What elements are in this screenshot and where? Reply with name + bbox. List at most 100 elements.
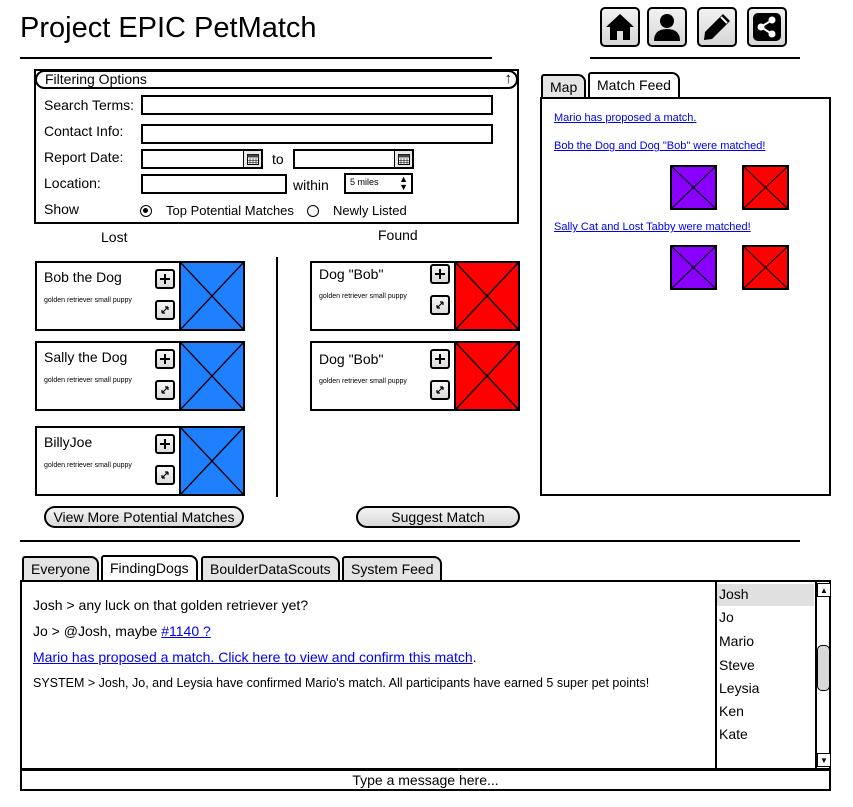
add-icon[interactable] xyxy=(155,349,175,369)
user-list-item[interactable]: Leysia xyxy=(717,678,814,700)
calendar-icon[interactable] xyxy=(394,151,412,167)
user-list-item[interactable]: Mario xyxy=(717,631,814,653)
stepper-arrows-icon[interactable]: ▲ ▼ xyxy=(399,175,408,192)
top-matches-label: Top Potential Matches xyxy=(166,203,294,218)
share-button[interactable] xyxy=(747,7,787,47)
share-icon xyxy=(753,13,781,41)
lost-pet-card[interactable]: Bob the Dog golden retriever small puppy xyxy=(35,261,245,331)
pet-name: Sally the Dog xyxy=(44,349,128,365)
found-column-label: Found xyxy=(378,227,418,243)
user-list-item[interactable]: Ken xyxy=(717,701,814,723)
chat-message: Jo > @Josh, maybe #1140 ? xyxy=(33,623,211,639)
report-link[interactable]: #1140 ? xyxy=(161,623,211,639)
pet-name: Dog "Bob" xyxy=(319,266,384,282)
within-label: within xyxy=(293,177,329,193)
tab-boulderdatascouts[interactable]: BoulderDataScouts xyxy=(201,556,340,580)
location-label: Location: xyxy=(44,175,101,191)
to-label: to xyxy=(272,151,284,167)
search-input[interactable] xyxy=(141,95,493,115)
found-pet-card[interactable]: Dog "Bob" golden retriever small puppy xyxy=(310,341,520,411)
add-icon[interactable] xyxy=(430,349,450,369)
report-date-to-input[interactable] xyxy=(293,149,414,169)
tab-system-feed[interactable]: System Feed xyxy=(342,556,443,580)
calendar-icon[interactable] xyxy=(243,151,261,167)
pet-thumbnail xyxy=(742,165,789,210)
home-icon xyxy=(606,14,634,40)
app-title: Project EPIC PetMatch xyxy=(20,12,317,44)
report-date-from-input[interactable] xyxy=(141,149,263,169)
chat-message-suffix: . xyxy=(472,649,477,665)
pencil-icon xyxy=(704,14,730,40)
column-divider xyxy=(276,257,278,497)
pet-photo-placeholder xyxy=(179,261,245,331)
scroll-down-icon[interactable]: ▼ xyxy=(817,753,831,767)
home-button[interactable] xyxy=(600,7,640,47)
pet-description: golden retriever small puppy xyxy=(319,378,407,385)
filter-panel: Filtering Options ↑ Search Terms: Contac… xyxy=(34,69,519,224)
filter-header[interactable]: Filtering Options ↑ xyxy=(35,70,518,89)
tab-everyone[interactable]: Everyone xyxy=(22,556,100,580)
feed-item[interactable]: Mario has proposed a match. xyxy=(554,112,696,124)
section-divider xyxy=(20,540,800,542)
found-pet-card[interactable]: Dog "Bob" golden retriever small puppy xyxy=(310,261,520,331)
location-input[interactable] xyxy=(141,174,287,194)
header-divider xyxy=(590,57,800,59)
user-list-item[interactable]: Jo xyxy=(717,607,814,629)
radio-top-matches[interactable] xyxy=(140,205,152,217)
tab-match-feed[interactable]: Match Feed xyxy=(588,72,680,98)
user-list-item[interactable]: Josh xyxy=(717,584,814,606)
pet-description: golden retriever small puppy xyxy=(44,297,132,304)
profile-button[interactable] xyxy=(647,7,687,47)
radio-newly-listed[interactable] xyxy=(307,205,319,217)
feed-item[interactable]: Sally Cat and Lost Tabby were matched! xyxy=(554,221,751,233)
pet-description: golden retriever small puppy xyxy=(319,293,407,300)
tab-findingdogs[interactable]: FindingDogs xyxy=(101,555,198,581)
user-list-item[interactable]: Kate xyxy=(717,724,814,746)
feed-item[interactable]: Bob the Dog and Dog "Bob" were matched! xyxy=(554,140,765,152)
distance-value: 5 miles xyxy=(350,177,379,187)
lost-pet-card[interactable]: Sally the Dog golden retriever small pup… xyxy=(35,341,245,411)
add-icon[interactable] xyxy=(430,264,450,284)
expand-icon[interactable] xyxy=(155,465,175,485)
pet-name: BillyJoe xyxy=(44,434,93,450)
chat-message: SYSTEM > Josh, Jo, and Leysia have confi… xyxy=(33,676,650,690)
user-list: Josh Jo Mario Steve Leysia Ken Kate xyxy=(715,582,815,768)
pet-photo-placeholder xyxy=(179,341,245,411)
scrollbar-thumb[interactable] xyxy=(817,645,830,691)
expand-icon[interactable] xyxy=(430,295,450,315)
chat-message-text: Jo > @Josh, maybe xyxy=(33,623,162,639)
chat-message: Josh > any luck on that golden retriever… xyxy=(33,597,309,613)
distance-stepper[interactable]: 5 miles ▲ ▼ xyxy=(344,173,413,194)
collapse-arrow-icon[interactable]: ↑ xyxy=(505,71,513,86)
expand-icon[interactable] xyxy=(155,380,175,400)
contact-label: Contact Info: xyxy=(44,123,124,139)
contact-input[interactable] xyxy=(141,124,493,144)
pet-name: Bob the Dog xyxy=(44,269,122,285)
add-icon[interactable] xyxy=(155,434,175,454)
match-feed-panel: Mario has proposed a match. Bob the Dog … xyxy=(540,97,831,496)
pet-thumbnail xyxy=(670,245,717,290)
user-list-item[interactable]: Steve xyxy=(717,655,814,677)
add-icon[interactable] xyxy=(155,269,175,289)
tab-map[interactable]: Map xyxy=(541,74,587,98)
report-date-label: Report Date: xyxy=(44,149,124,165)
filter-header-label: Filtering Options xyxy=(45,71,147,87)
edit-button[interactable] xyxy=(697,7,737,47)
show-label: Show xyxy=(44,201,80,217)
pet-photo-placeholder xyxy=(179,426,245,496)
pet-description: golden retriever small puppy xyxy=(44,377,132,384)
view-more-matches-button[interactable]: View More Potential Matches xyxy=(44,506,244,528)
user-list-scrollbar[interactable]: ▲ ▼ xyxy=(815,582,831,768)
expand-icon[interactable] xyxy=(155,300,175,320)
chat-panel: Josh > any luck on that golden retriever… xyxy=(20,580,831,770)
confirm-match-link[interactable]: Mario has proposed a match. Click here t… xyxy=(33,649,473,665)
search-label: Search Terms: xyxy=(44,97,134,113)
message-input-placeholder: Type a message here... xyxy=(352,772,499,788)
message-input[interactable]: Type a message here... xyxy=(20,769,831,791)
lost-pet-card[interactable]: BillyJoe golden retriever small puppy xyxy=(35,426,245,496)
pet-name: Dog "Bob" xyxy=(319,351,384,367)
suggest-match-button[interactable]: Suggest Match xyxy=(356,506,520,528)
expand-icon[interactable] xyxy=(430,380,450,400)
newly-listed-label: Newly Listed xyxy=(333,203,407,218)
scroll-up-icon[interactable]: ▲ xyxy=(817,583,831,597)
